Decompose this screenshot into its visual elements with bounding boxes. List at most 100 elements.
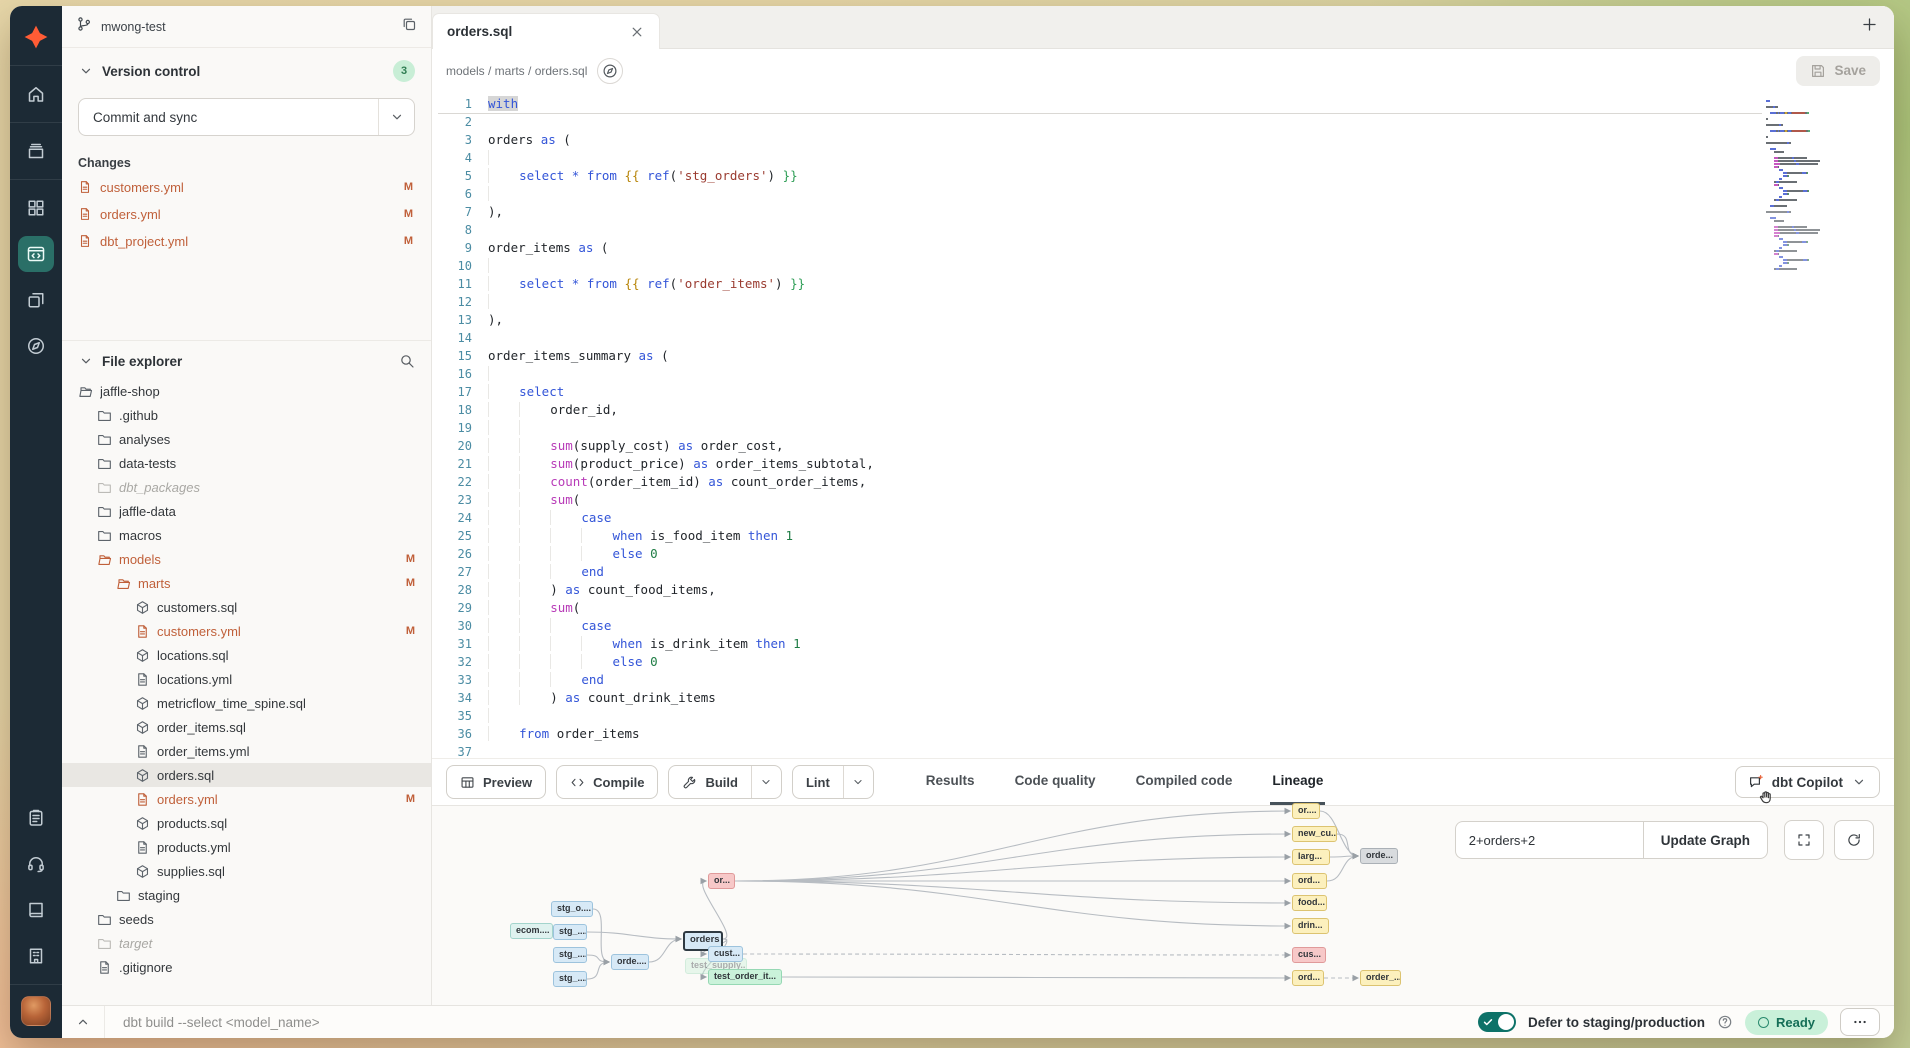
chevron-down-icon[interactable] [751, 766, 781, 798]
tree-item-analyses[interactable]: analyses [62, 427, 431, 451]
lineage-node-orde[interactable]: orde.... [611, 954, 649, 970]
commit-dropdown-chevron[interactable] [378, 99, 414, 135]
code-line: 15order_items_summary as ( [432, 347, 1894, 365]
lineage-selector-input[interactable] [1455, 821, 1643, 859]
tree-item-jaffle-shop[interactable]: jaffle-shop [62, 379, 431, 403]
update-graph-button[interactable]: Update Graph [1643, 821, 1768, 859]
defer-toggle[interactable] [1478, 1012, 1516, 1032]
tree-item-orders-sql[interactable]: orders.sql [62, 763, 431, 787]
nav-home-icon[interactable] [18, 76, 54, 112]
tree-item-customers-yml[interactable]: customers.ymlM [62, 619, 431, 643]
nav-switch-icon[interactable] [18, 282, 54, 318]
chevron-down-icon[interactable] [843, 766, 873, 798]
tree-item-customers-sql[interactable]: customers.sql [62, 595, 431, 619]
tree-item-order-items-yml[interactable]: order_items.yml [62, 739, 431, 763]
new-tab-button[interactable] [1861, 16, 1878, 38]
nav-clipboard-icon[interactable] [18, 800, 54, 836]
command-input[interactable]: dbt build --select <model_name> [104, 1006, 1478, 1038]
lineage-node-gror[interactable]: orde... [1360, 848, 1398, 864]
tree-item-jaffle-data[interactable]: jaffle-data [62, 499, 431, 523]
preview-button[interactable]: Preview [446, 765, 546, 799]
ready-dot-icon [1758, 1017, 1769, 1028]
nav-book-icon[interactable] [18, 892, 54, 928]
tree-item-orders-yml[interactable]: orders.ymlM [62, 787, 431, 811]
lineage-node-ordy[interactable]: ord... [1292, 970, 1324, 986]
tab-orders-sql[interactable]: orders.sql [432, 13, 660, 49]
changed-file-row[interactable]: orders.ymlM [78, 204, 415, 224]
lineage-node-cusp[interactable]: cus... [1292, 947, 1326, 963]
dbt-copilot-button[interactable]: dbt Copilot [1735, 766, 1880, 798]
tree-item-marts[interactable]: martsM [62, 571, 431, 595]
lineage-node-cust[interactable]: cust... [708, 946, 743, 962]
copy-icon[interactable] [401, 16, 417, 37]
line-number: 10 [432, 257, 488, 275]
tree-item-metricflow-time-spine-sql[interactable]: metricflow_time_spine.sql [62, 691, 431, 715]
code-line: 11 select * from {{ ref('order_items') }… [432, 275, 1894, 293]
tree-item-seeds[interactable]: seeds [62, 907, 431, 931]
build-button[interactable]: Build [668, 765, 782, 799]
tree-item--github[interactable]: .github [62, 403, 431, 427]
lint-button[interactable]: Lint [792, 765, 874, 799]
save-button[interactable]: Save [1796, 56, 1880, 86]
tree-item-target[interactable]: target [62, 931, 431, 955]
tab-compiled-code[interactable]: Compiled code [1134, 759, 1235, 805]
tree-item-products-yml[interactable]: products.yml [62, 835, 431, 859]
tree-item-macros[interactable]: macros [62, 523, 431, 547]
lineage-node-orp[interactable]: or... [708, 873, 735, 889]
tree-item-models[interactable]: modelsM [62, 547, 431, 571]
tree-item-locations-sql[interactable]: locations.sql [62, 643, 431, 667]
lineage-node-stg2[interactable]: stg_.... [553, 947, 587, 963]
lineage-node-y6[interactable]: drin... [1292, 918, 1329, 934]
lineage-node-toi[interactable]: test_order_it... [708, 969, 782, 985]
editor-minimap[interactable] [1766, 100, 1836, 271]
chevron-up-icon[interactable] [62, 1014, 104, 1030]
more-options-button[interactable] [1840, 1008, 1880, 1036]
tree-item-order-items-sql[interactable]: order_items.sql [62, 715, 431, 739]
nav-explore-icon[interactable] [18, 328, 54, 364]
lineage-node-ecom[interactable]: ecom.... [510, 923, 553, 939]
lineage-node-y2[interactable]: new_cu... [1292, 826, 1337, 842]
lineage-node-stg0[interactable]: stg_o.... [551, 901, 593, 917]
tab-code-quality[interactable]: Code quality [1013, 759, 1098, 805]
lineage-node-y3[interactable]: larg... [1292, 849, 1330, 865]
open-lineage-icon-button[interactable] [597, 58, 623, 84]
lineage-node-ordery[interactable]: order_.... [1360, 970, 1401, 986]
tree-item-products-sql[interactable]: products.sql [62, 811, 431, 835]
compile-button[interactable]: Compile [556, 765, 658, 799]
nav-develop-icon[interactable] [18, 236, 54, 272]
user-avatar[interactable] [21, 996, 51, 1026]
chevron-down-icon[interactable] [78, 63, 94, 79]
lineage-node-stg3[interactable]: stg_.... [553, 971, 587, 987]
code-editor[interactable]: 1with23orders as (4 5 select * from {{ r… [432, 92, 1894, 758]
nav-headset-icon[interactable] [18, 846, 54, 882]
lineage-node-y1[interactable]: or.... [1292, 803, 1320, 819]
nav-stack-icon[interactable] [18, 133, 54, 169]
tree-item--gitignore[interactable]: .gitignore [62, 955, 431, 979]
code-line: 1with [432, 95, 1894, 113]
changed-file-name: dbt_project.yml [100, 234, 396, 249]
changed-file-row[interactable]: dbt_project.ymlM [78, 231, 415, 251]
lineage-node-y4[interactable]: ord... [1292, 873, 1327, 889]
tree-item-dbt-packages[interactable]: dbt_packages [62, 475, 431, 499]
help-icon[interactable] [1717, 1014, 1733, 1030]
line-number: 3 [432, 131, 488, 149]
commit-and-sync-button[interactable]: Commit and sync [78, 98, 415, 136]
lineage-node-stg1[interactable]: stg_.... [553, 924, 587, 940]
refresh-button[interactable] [1834, 820, 1874, 860]
close-icon[interactable] [629, 24, 645, 40]
tab-lineage[interactable]: Lineage [1270, 759, 1325, 805]
nav-dbt-logo-icon[interactable] [18, 19, 54, 55]
line-number: 15 [432, 347, 488, 365]
nav-grid-icon[interactable] [18, 190, 54, 226]
chevron-down-icon[interactable] [78, 353, 94, 369]
tree-item-staging[interactable]: staging [62, 883, 431, 907]
tab-results[interactable]: Results [924, 759, 977, 805]
tree-item-locations-yml[interactable]: locations.yml [62, 667, 431, 691]
changed-file-row[interactable]: customers.ymlM [78, 177, 415, 197]
tree-item-supplies-sql[interactable]: supplies.sql [62, 859, 431, 883]
tree-item-data-tests[interactable]: data-tests [62, 451, 431, 475]
lineage-node-y5[interactable]: food... [1292, 895, 1327, 911]
search-icon[interactable] [399, 353, 415, 369]
nav-building-icon[interactable] [18, 938, 54, 974]
fullscreen-button[interactable] [1784, 820, 1824, 860]
